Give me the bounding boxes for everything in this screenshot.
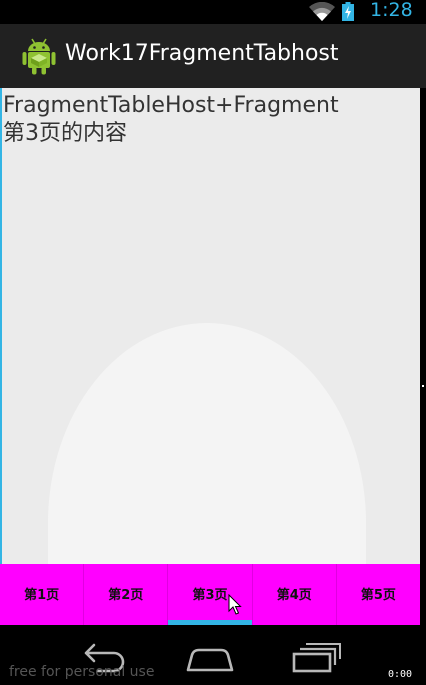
home-icon[interactable] <box>180 639 240 675</box>
android-robot-icon <box>22 38 56 75</box>
tab-page-1[interactable]: 第1页 <box>0 564 83 625</box>
app-title: Work17FragmentTabhost <box>65 41 339 66</box>
background-dome-shape <box>48 323 366 564</box>
tab-page-2[interactable]: 第2页 <box>84 564 167 625</box>
battery-charging-icon <box>342 2 354 21</box>
fragment-text: FragmentTableHost+Fragment 第3页的内容 <box>3 93 339 146</box>
tab-label: 第2页 <box>108 587 144 603</box>
mouse-cursor-icon <box>228 594 242 615</box>
navigation-bar: free for personal use 0:00 <box>0 625 426 685</box>
action-bar: Work17FragmentTabhost <box>0 24 426 88</box>
status-bar: 1:28 <box>0 0 426 24</box>
device-screen: 1:28 Work17FragmentTabhost FragmentTable… <box>0 0 426 685</box>
tab-label: 第4页 <box>276 587 312 603</box>
edge-marker <box>422 385 424 387</box>
cursor-coordinates: 0:00 <box>388 669 413 680</box>
tab-label: 第3页 <box>192 587 228 603</box>
screen-edge <box>420 88 426 625</box>
wifi-icon <box>309 2 335 21</box>
fragment-content: FragmentTableHost+Fragment 第3页的内容 <box>0 88 422 564</box>
tab-page-4[interactable]: 第4页 <box>253 564 336 625</box>
tab-page-5[interactable]: 第5页 <box>337 564 420 625</box>
tab-label: 第1页 <box>24 587 60 603</box>
status-clock: 1:28 <box>370 0 413 21</box>
watermark-text: free for personal use <box>9 664 155 680</box>
recents-icon[interactable] <box>288 639 348 675</box>
tab-bar: 第1页 第2页 第3页 第4页 第5页 <box>0 564 420 625</box>
tab-label: 第5页 <box>360 587 396 603</box>
